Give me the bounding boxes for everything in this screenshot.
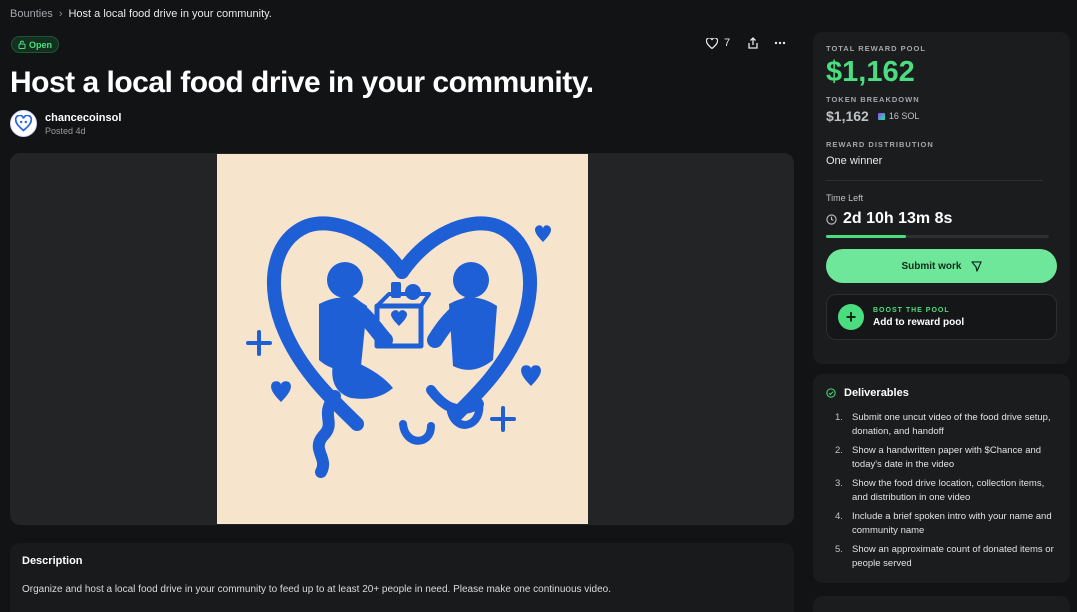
share-button[interactable] [748,37,758,49]
list-item-number: 2. [835,445,843,456]
list-item-text: Submit one uncut video of the food drive… [852,412,1051,437]
description-text: Organize and host a local food drive in … [22,584,611,595]
bounty-image-frame [10,153,794,525]
more-options-button[interactable] [774,41,786,45]
list-item-text: Show a handwritten paper with $Chance an… [852,445,1042,470]
boost-kicker: BOOST THE POOL [873,306,950,314]
page-title: Host a local food drive in your communit… [10,66,594,99]
share-icon [748,37,758,49]
deliverables-card: Deliverables 1. Submit one uncut video of… [813,374,1070,583]
avatar-heart-icon [14,115,33,132]
author-name[interactable]: chancecoinsol [45,112,121,124]
add-to-reward-pool-button[interactable]: + BOOST THE POOL Add to reward pool [826,294,1057,340]
time-left: 2d 10h 13m 8s [826,210,1057,228]
list-item-text: Show an approximate count of donated ite… [852,544,1054,569]
token-breakdown-label: TOKEN BREAKDOWN [826,95,920,104]
reward-panel: TOTAL REWARD POOL $1,162 TOKEN BREAKDOWN… [813,32,1070,364]
more-horizontal-icon [774,41,786,45]
reward-distribution-value: One winner [826,155,883,167]
description-card: Description Organize and host a local fo… [10,543,794,612]
breadcrumb-bounties-link[interactable]: Bounties [10,8,53,20]
list-item: 1. Submit one uncut video of the food dri… [835,411,1057,438]
deliverables-header: Deliverables [826,387,1057,399]
food-drive-illustration [246,216,551,478]
time-progress-fill [826,235,907,238]
list-item: 4. Include a brief spoken intro with your… [835,510,1057,537]
token-usd-value: $1,162 [826,108,869,124]
avatar[interactable] [10,110,37,137]
divider [826,180,1043,181]
clock-icon [826,213,837,225]
solana-icon [877,112,885,120]
author-block: chancecoinsol Posted 4d [10,110,121,137]
lock-open-icon [18,40,26,49]
token-sol: 16 SOL [877,111,920,121]
time-left-label: Time Left [826,193,864,203]
status-label: Open [29,39,53,50]
list-item-text: Include a brief spoken intro with your n… [852,511,1052,536]
time-left-value: 2d 10h 13m 8s [843,210,953,227]
submit-work-label: Submit work [901,260,962,272]
send-icon [970,260,982,272]
check-circle-icon [826,388,836,398]
reward-pool-label: TOTAL REWARD POOL [826,44,926,53]
list-item: 5. Show an approximate count of donated i… [835,543,1057,570]
list-item-number: 5. [835,544,843,555]
submit-work-button[interactable]: Submit work [826,249,1057,283]
list-item-text: Show the food drive location, collection… [852,478,1045,503]
time-progress-bar [826,235,1049,238]
reward-distribution-label: REWARD DISTRIBUTION [826,140,934,149]
breadcrumb-current: Host a local food drive in your communit… [68,8,272,20]
deliverables-list: 1. Submit one uncut video of the food dri… [826,411,1057,570]
list-item-number: 3. [835,478,843,489]
list-item-number: 4. [835,511,843,522]
like-count: 7 [724,37,731,49]
like-button[interactable]: 7 [706,37,734,49]
bounty-actions: 7 [706,37,786,49]
token-breakdown: $1,162 16 SOL [826,108,1057,124]
status-badge: Open [11,36,60,53]
boost-label: Add to reward pool [873,316,965,328]
description-heading: Description [22,555,83,567]
posted-time: Posted 4d [45,125,86,136]
breadcrumb: Bounties › Host a local food drive in yo… [10,8,272,20]
list-item: 2. Show a handwritten paper with $Chance … [835,444,1057,471]
heart-icon [706,37,718,49]
chevron-right-icon: › [58,8,63,20]
token-sol-value: 16 SOL [888,111,920,121]
list-item-number: 1. [835,412,843,423]
reward-pool-value: $1,162 [826,56,915,88]
next-card [813,596,1070,612]
plus-icon: + [838,304,864,330]
list-item: 3. Show the food drive location, collecti… [835,477,1057,504]
bounty-image [217,154,588,524]
deliverables-heading: Deliverables [844,387,909,399]
